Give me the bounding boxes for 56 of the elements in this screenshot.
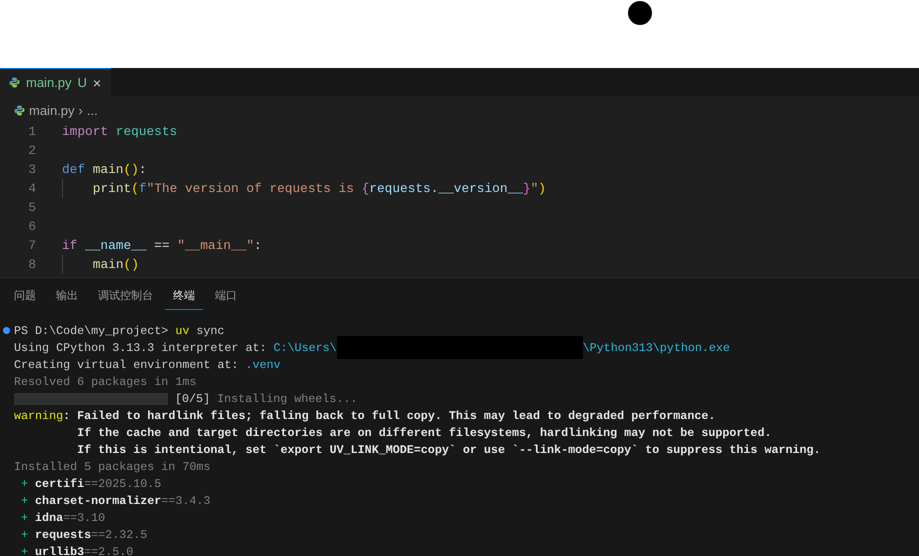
line-number: 3 (27, 162, 36, 177)
terminal-text: ==2.32.5 (91, 528, 148, 542)
line-number: 2 (27, 143, 36, 158)
line-number: 5 (27, 200, 36, 215)
terminal-text: + (20, 510, 30, 524)
terminal-text: + (20, 528, 30, 542)
terminal-text: Installing wheels... (216, 392, 358, 406)
terminal-text: ==2025.10.5 (84, 476, 162, 490)
terminal-text: If this is intentional, set `export UV_LINK_MODE=copy` or use `--link-mode=copy` to suppress this warning. (76, 442, 821, 456)
terminal-text: ==2.5.0 (84, 544, 134, 556)
breadcrumb-item[interactable]: ... (86, 102, 98, 118)
panel-tab[interactable]: 问题 (6, 286, 44, 310)
terminal-text: requests (35, 528, 92, 542)
terminal-text: .venv (245, 358, 281, 372)
terminal-text: uv (175, 324, 190, 338)
python-file-icon (9, 77, 20, 88)
terminal-text: [0/5] (174, 392, 210, 406)
terminal-text: ==3.4.3 (161, 494, 210, 508)
terminal-text: Using CPython 3.13.3 interpreter at: (14, 340, 268, 354)
terminal-text: Resolved 6 packages in 1ms (14, 374, 196, 388)
terminal-text: PS D:\Code\my_project> (14, 324, 170, 338)
code-line: main() (62, 257, 139, 272)
terminal-text: warning (14, 408, 64, 422)
line-number: 7 (27, 238, 36, 253)
terminal-text: sync (195, 324, 224, 338)
terminal-text: Installed 5 packages in 70ms (14, 460, 210, 474)
terminal-text: C:\Users\ (274, 340, 337, 354)
breadcrumb-separator: › (78, 102, 83, 118)
terminal-text: idna (35, 510, 64, 524)
terminal-text: + (20, 494, 30, 508)
line-number: 1 (27, 124, 36, 139)
dot (628, 1, 652, 25)
line-number: 8 (27, 257, 36, 272)
panel-tab[interactable]: 终端 (165, 286, 203, 310)
code-line: def main(): (62, 162, 146, 177)
line-number: 6 (27, 219, 36, 234)
terminal-text: urllib3 (35, 544, 84, 556)
terminal-text: : Failed to hardlink files; falling back to full copy. This may lead to degraded performance. (63, 408, 716, 422)
panel-tab[interactable]: 输出 (48, 286, 86, 310)
editor-tab[interactable]: main.py U × (0, 68, 112, 96)
terminal-text: Creating virtual environment at: (14, 358, 240, 372)
terminal-text: ==3.10 (63, 510, 106, 524)
terminal-text: \Python313\python.exe (582, 340, 730, 354)
code-line: import requests (62, 124, 178, 139)
terminal-text: If the cache and target directories are on different filesystems, hardlinking may not be supported. (76, 426, 772, 440)
terminal-text: certifi (35, 476, 84, 490)
code-line: print(f"The version of requests is {requests.__version__}") (62, 181, 546, 196)
terminal-text: + (20, 476, 30, 490)
line-number: 4 (27, 181, 36, 196)
panel-tab[interactable]: 端口 (207, 286, 245, 310)
terminal-text: charset-normalizer (35, 494, 162, 508)
breadcrumb-item[interactable]: main.py (29, 102, 75, 118)
panel-tab[interactable]: 调试控制台 (90, 286, 161, 310)
terminal-text: + (20, 544, 30, 556)
code-line: if __name__ == "__main__": (62, 238, 262, 253)
python-file-icon (14, 104, 25, 116)
